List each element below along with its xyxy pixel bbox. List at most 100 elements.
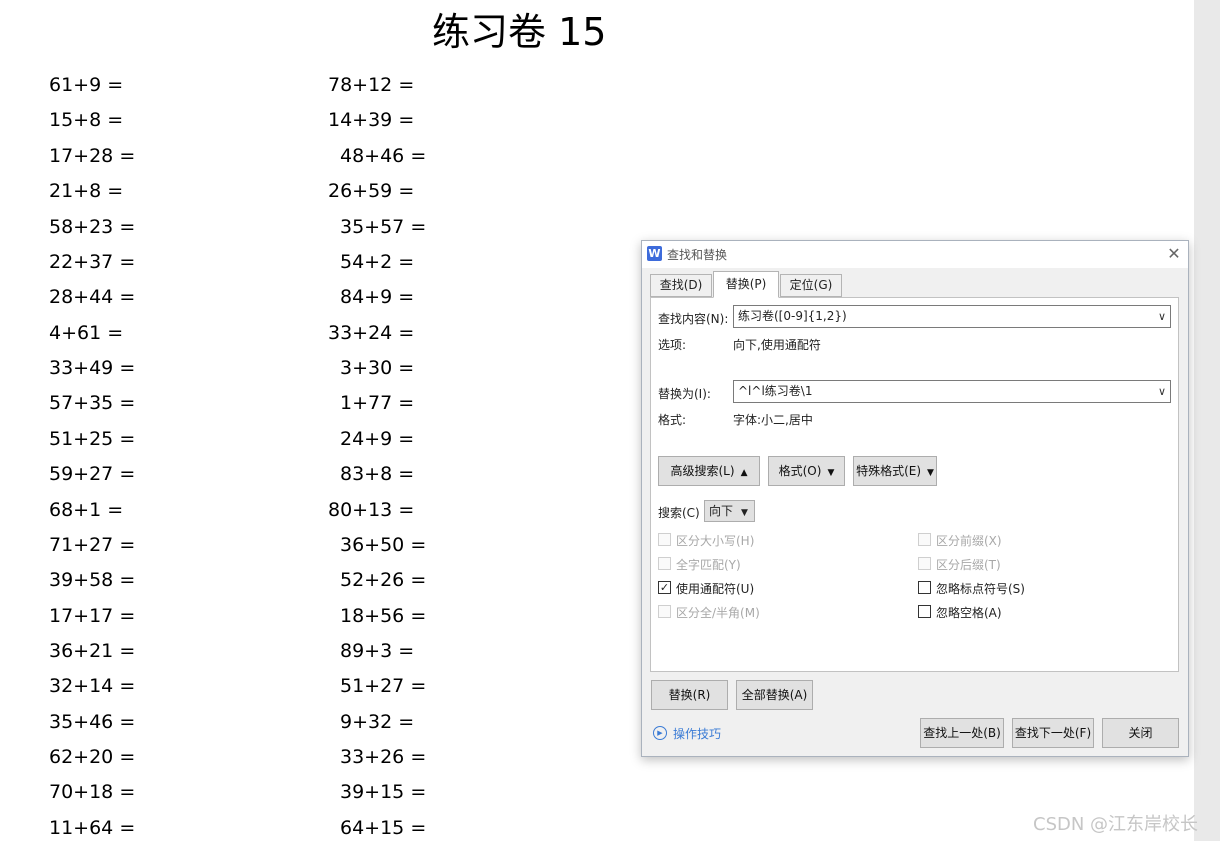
match-case-label: 区分大小写(H) [676, 534, 755, 548]
problem-right: 78+12 = [328, 74, 415, 96]
problem-right: 54+2 = [340, 251, 415, 273]
wps-writer-icon: W [647, 246, 662, 261]
problem-right: 52+26 = [340, 569, 427, 591]
advanced-search-button[interactable]: 高级搜索(L) ▲ [658, 456, 760, 486]
dropdown-arrow-icon: ▼ [927, 468, 934, 478]
problem-right: 89+3 = [340, 640, 415, 662]
problem-right: 36+50 = [340, 534, 427, 556]
dialog-titlebar[interactable]: W 查找和替换 ✕ [642, 241, 1188, 268]
play-circle-icon: ▶ [653, 726, 667, 740]
dropdown-arrow-icon: ▼ [741, 508, 748, 518]
ignore-space-label: 忽略空格(A) [936, 606, 1002, 620]
special-format-button[interactable]: 特殊格式(E) ▼ [853, 456, 937, 486]
problem-left: 35+46 = [49, 711, 136, 733]
find-replace-dialog: W 查找和替换 ✕ 查找(D) 替换(P) 定位(G) 查找内容(N): 练习卷… [641, 240, 1189, 757]
format-button[interactable]: 格式(O) ▼ [768, 456, 845, 486]
options-label: 选项: [658, 338, 687, 352]
tab-find[interactable]: 查找(D) [650, 274, 712, 297]
whole-word-checkbox[interactable] [658, 557, 671, 570]
problem-left: 22+37 = [49, 251, 136, 273]
advanced-search-label: 高级搜索(L) [670, 464, 735, 478]
find-next-button[interactable]: 查找下一处(F) [1012, 718, 1094, 748]
ignore-space-checkbox[interactable] [918, 605, 931, 618]
search-direction-select[interactable]: 向下 ▼ [704, 500, 755, 522]
match-case-checkbox[interactable] [658, 533, 671, 546]
problem-left: 70+18 = [49, 781, 136, 803]
match-width-checkbox[interactable] [658, 605, 671, 618]
problem-right: 9+32 = [340, 711, 415, 733]
problem-right: 18+56 = [340, 605, 427, 627]
ignore-punctuation-label: 忽略标点符号(S) [936, 582, 1025, 596]
scrollbar-track[interactable] [1194, 0, 1220, 841]
problem-left: 21+8 = [49, 180, 124, 202]
problem-left: 17+17 = [49, 605, 136, 627]
watermark: CSDN @江东岸校长 [1033, 814, 1199, 835]
ignore-punctuation-checkbox[interactable] [918, 581, 931, 594]
problem-left: 15+8 = [49, 109, 124, 131]
problem-left: 51+25 = [49, 428, 136, 450]
tab-goto[interactable]: 定位(G) [780, 274, 842, 297]
problem-right: 83+8 = [340, 463, 415, 485]
use-wildcards-label: 使用通配符(U) [676, 582, 755, 596]
problem-left: 68+1 = [49, 499, 124, 521]
dialog-title: 查找和替换 [667, 248, 728, 262]
match-prefix-label: 区分前缀(X) [936, 534, 1002, 548]
problem-right: 26+59 = [328, 180, 415, 202]
collapse-up-icon: ▲ [740, 468, 748, 478]
problem-left: 39+58 = [49, 569, 136, 591]
replace-input[interactable]: ^l^l练习卷\1 ∨ [733, 380, 1171, 403]
tips-link[interactable]: 操作技巧 [673, 725, 721, 742]
problem-right: 1+77 = [340, 392, 415, 414]
problem-left: 61+9 = [49, 74, 124, 96]
problem-left: 62+20 = [49, 746, 136, 768]
problem-left: 59+27 = [49, 463, 136, 485]
replace-all-button[interactable]: 全部替换(A) [736, 680, 813, 710]
problem-right: 51+27 = [340, 675, 427, 697]
problem-left: 11+64 = [49, 817, 136, 839]
format-value: 字体:小二,居中 [733, 413, 813, 427]
problem-right: 48+46 = [340, 145, 427, 167]
problem-right: 3+30 = [340, 357, 415, 379]
problem-right: 33+26 = [340, 746, 427, 768]
match-prefix-checkbox[interactable] [918, 533, 931, 546]
chevron-down-icon[interactable]: ∨ [1158, 306, 1166, 327]
replace-button[interactable]: 替换(R) [651, 680, 728, 710]
find-value: 练习卷([0-9]{1,2}) [738, 309, 847, 323]
search-direction-label: 搜索(C) [658, 506, 700, 520]
find-label: 查找内容(N): [658, 312, 729, 326]
close-icon[interactable]: ✕ [1164, 244, 1184, 264]
problem-right: 35+57 = [340, 216, 427, 238]
match-suffix-checkbox[interactable] [918, 557, 931, 570]
special-format-label: 特殊格式(E) [856, 464, 922, 478]
tab-replace[interactable]: 替换(P) [713, 271, 779, 298]
find-previous-button[interactable]: 查找上一处(B) [920, 718, 1004, 748]
problem-right: 33+24 = [328, 322, 415, 344]
replace-value: ^l^l练习卷\1 [738, 384, 813, 398]
close-button[interactable]: 关闭 [1102, 718, 1179, 748]
problem-left: 4+61 = [49, 322, 124, 344]
format-label: 格式: [658, 413, 687, 427]
find-input[interactable]: 练习卷([0-9]{1,2}) ∨ [733, 305, 1171, 328]
problem-left: 17+28 = [49, 145, 136, 167]
problem-left: 71+27 = [49, 534, 136, 556]
match-width-label: 区分全/半角(M) [676, 606, 760, 620]
problem-right: 14+39 = [328, 109, 415, 131]
problem-left: 32+14 = [49, 675, 136, 697]
whole-word-label: 全字匹配(Y) [676, 558, 741, 572]
dropdown-arrow-icon: ▼ [827, 468, 835, 478]
use-wildcards-checkbox[interactable]: ✓ [658, 581, 671, 594]
problem-left: 58+23 = [49, 216, 136, 238]
search-direction-value: 向下 [709, 504, 734, 518]
worksheet-title: 练习卷 15 [432, 10, 607, 54]
match-suffix-label: 区分后缀(T) [936, 558, 1001, 572]
problem-right: 84+9 = [340, 286, 415, 308]
options-value: 向下,使用通配符 [733, 338, 821, 352]
replace-label: 替换为(I): [658, 387, 711, 401]
problem-left: 57+35 = [49, 392, 136, 414]
problem-right: 24+9 = [340, 428, 415, 450]
chevron-down-icon[interactable]: ∨ [1158, 381, 1166, 402]
problem-left: 28+44 = [49, 286, 136, 308]
problem-right: 39+15 = [340, 781, 427, 803]
problem-left: 36+21 = [49, 640, 136, 662]
problem-right: 80+13 = [328, 499, 415, 521]
